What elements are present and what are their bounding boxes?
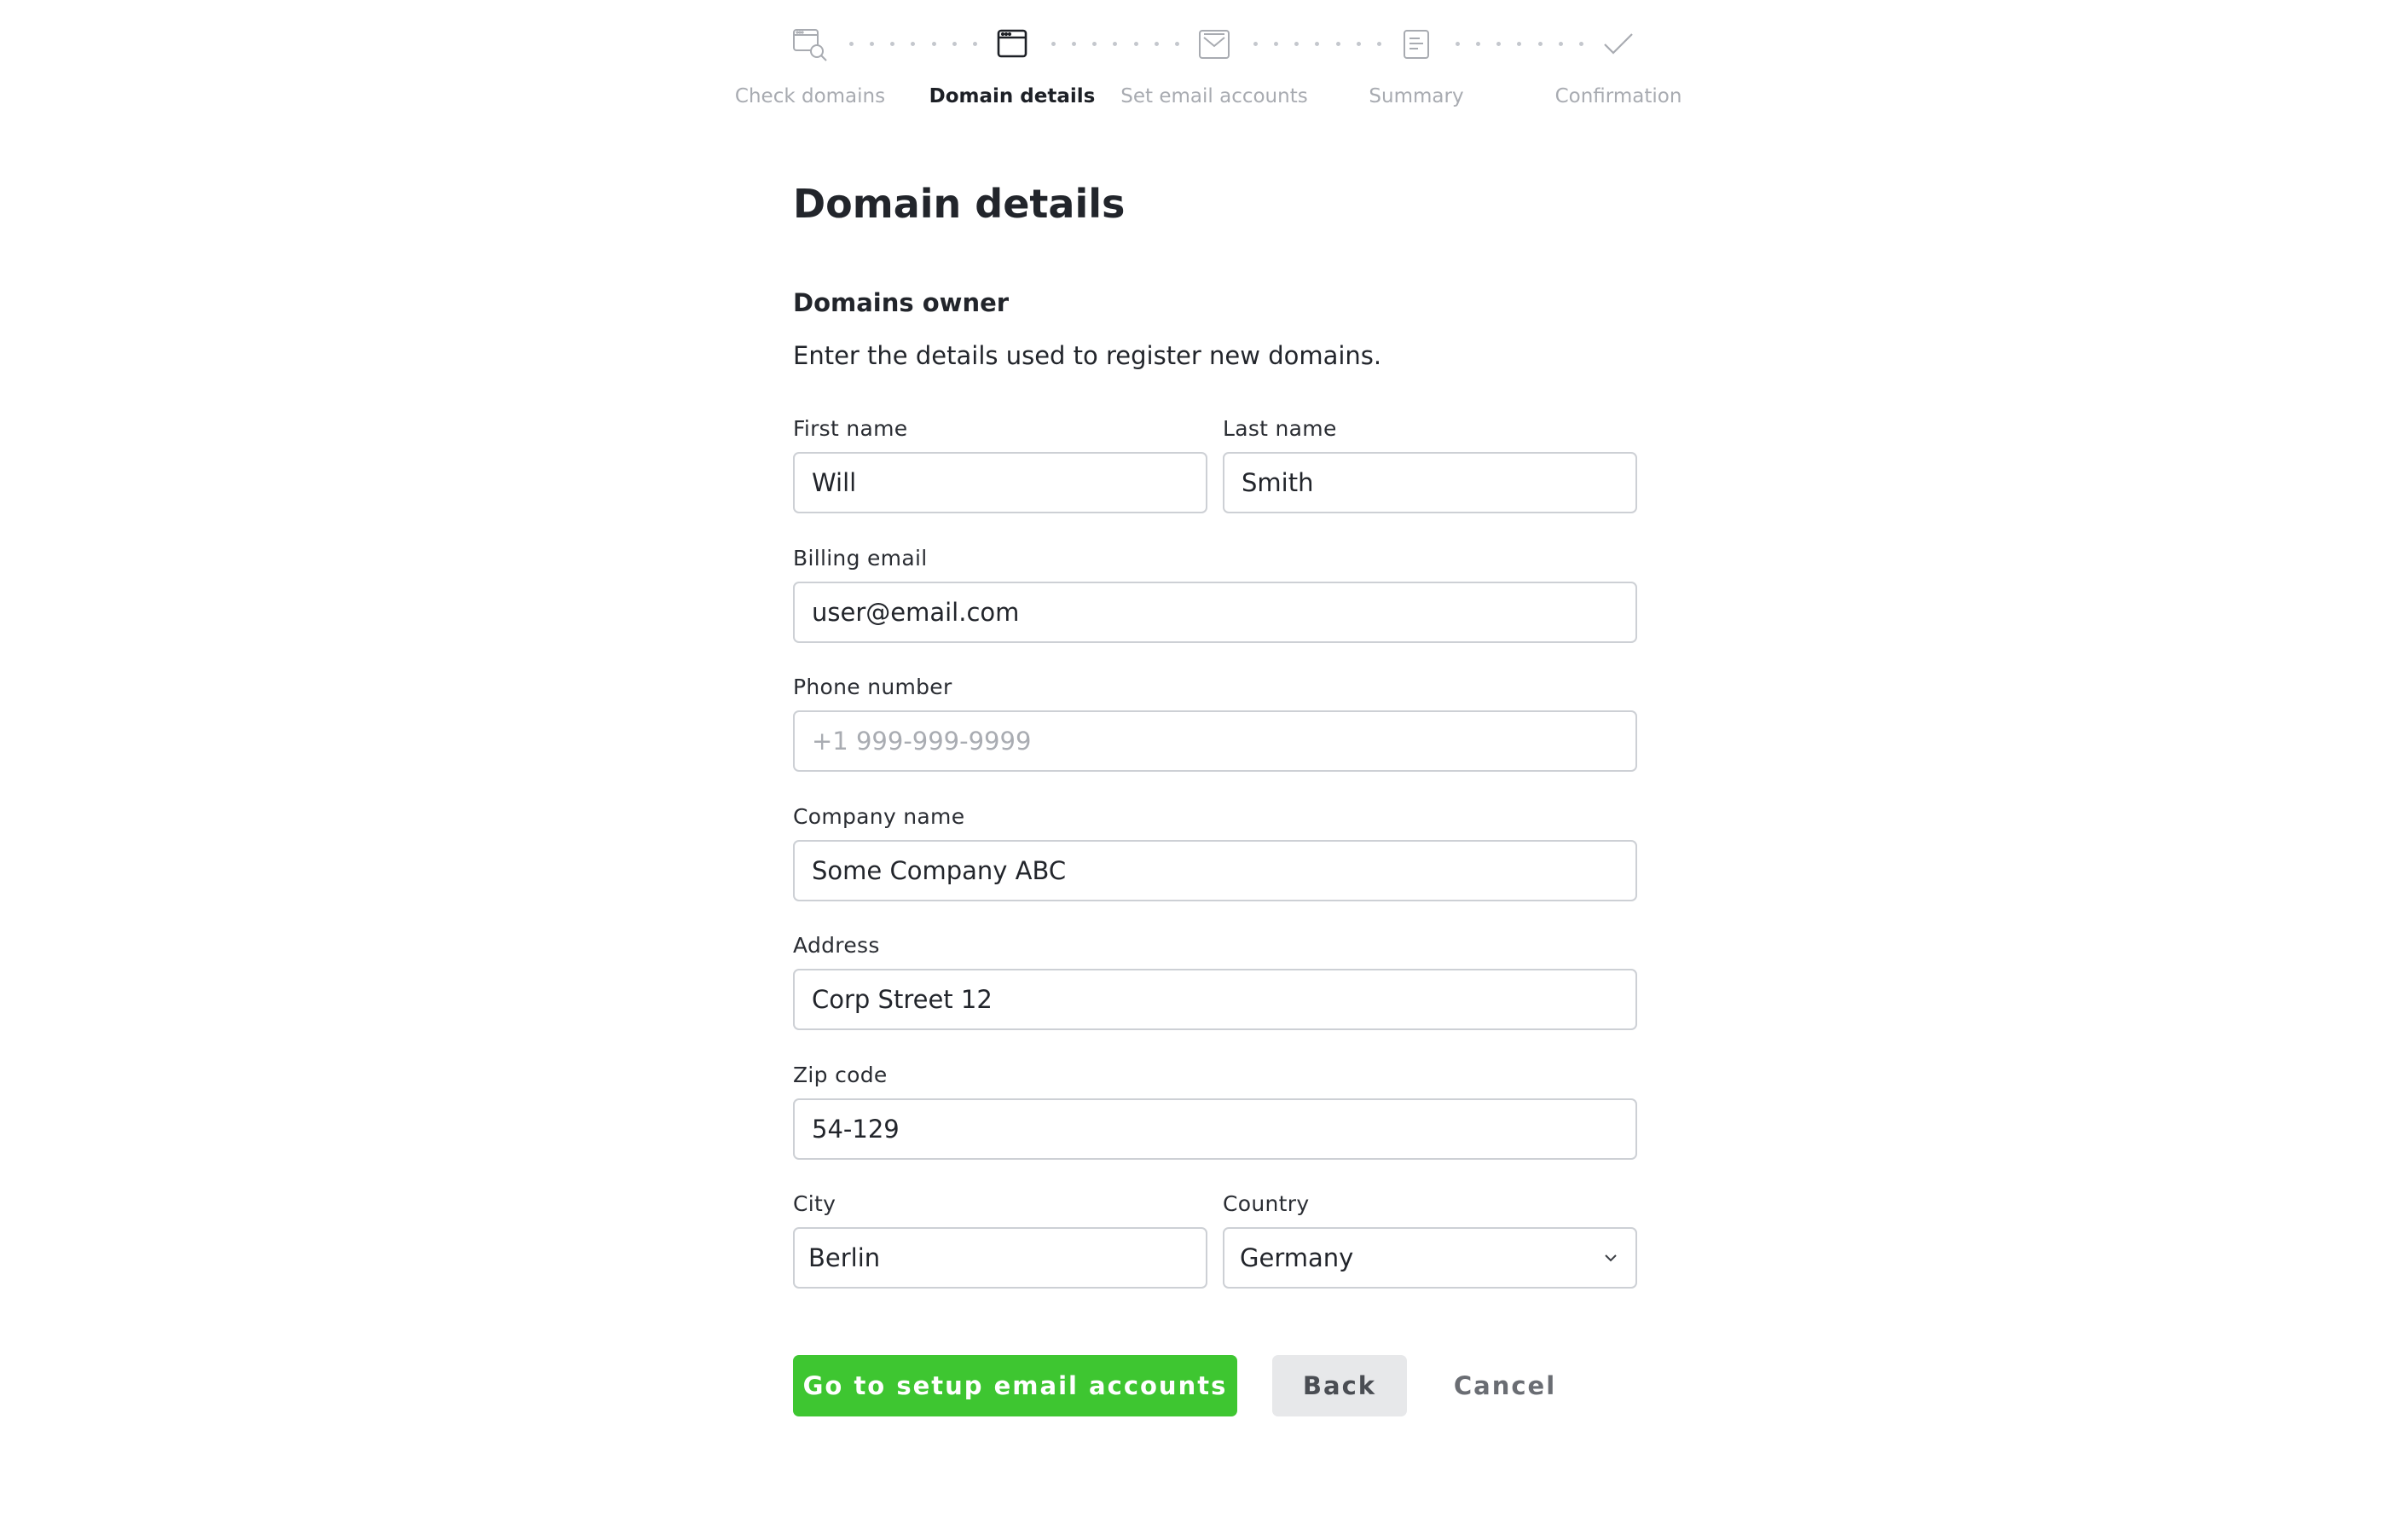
step-connector xyxy=(849,42,977,47)
step-connector xyxy=(1051,42,1179,47)
company-name-input[interactable] xyxy=(793,840,1637,901)
step-label-check-domains: Check domains xyxy=(734,85,886,107)
first-name-field-group: First name xyxy=(793,416,1207,513)
document-icon xyxy=(1398,26,1435,63)
browser-window-icon xyxy=(993,26,1031,63)
city-label: City xyxy=(793,1191,836,1216)
billing-email-label: Billing email xyxy=(793,546,928,571)
address-input[interactable] xyxy=(793,969,1637,1030)
step-label-domain-details: Domain details xyxy=(929,85,1096,107)
checkmark-icon xyxy=(1600,26,1637,63)
cancel-button[interactable]: Cancel xyxy=(1433,1355,1577,1416)
address-field-group: Address xyxy=(793,933,1637,1030)
zip-code-field-group: Zip code xyxy=(793,1063,1637,1160)
back-button[interactable]: Back xyxy=(1272,1355,1407,1416)
zip-code-label: Zip code xyxy=(793,1063,888,1087)
country-select-value: Germany xyxy=(1240,1243,1354,1272)
last-name-field-group: Last name xyxy=(1223,416,1637,513)
billing-email-input[interactable] xyxy=(793,582,1637,643)
country-label: Country xyxy=(1223,1191,1310,1216)
step-label-summary: Summary xyxy=(1369,85,1464,107)
billing-email-field-group: Billing email xyxy=(793,546,1637,643)
go-to-setup-email-accounts-button[interactable]: Go to setup email accounts xyxy=(793,1355,1237,1416)
first-name-label: First name xyxy=(793,416,908,441)
phone-number-field-group: Phone number xyxy=(793,675,1637,772)
chevron-down-icon xyxy=(1605,1254,1617,1262)
last-name-input[interactable] xyxy=(1223,452,1637,513)
section-description: Enter the details used to register new d… xyxy=(793,341,1382,370)
page-title: Domain details xyxy=(793,181,1126,227)
phone-number-input[interactable] xyxy=(793,710,1637,772)
zip-code-input[interactable] xyxy=(793,1098,1637,1160)
progress-stepper: Check domains Domain details Set email a… xyxy=(0,0,2408,128)
section-title: Domains owner xyxy=(793,288,1010,317)
city-input[interactable] xyxy=(793,1227,1207,1289)
phone-number-label: Phone number xyxy=(793,675,952,699)
country-field-group: Country Germany xyxy=(1223,1191,1637,1289)
step-connector xyxy=(1253,42,1381,47)
company-name-label: Company name xyxy=(793,804,965,829)
step-label-confirmation: Confirmation xyxy=(1554,85,1682,107)
email-inbox-icon xyxy=(1195,26,1233,63)
city-field-group: City xyxy=(793,1191,1207,1289)
company-name-field-group: Company name xyxy=(793,804,1637,901)
step-connector xyxy=(1456,42,1583,47)
first-name-input[interactable] xyxy=(793,452,1207,513)
domain-search-icon xyxy=(791,26,829,63)
address-label: Address xyxy=(793,933,880,958)
country-select[interactable]: Germany xyxy=(1223,1227,1637,1289)
step-label-set-email-accounts: Set email accounts xyxy=(1120,85,1308,107)
last-name-label: Last name xyxy=(1223,416,1337,441)
